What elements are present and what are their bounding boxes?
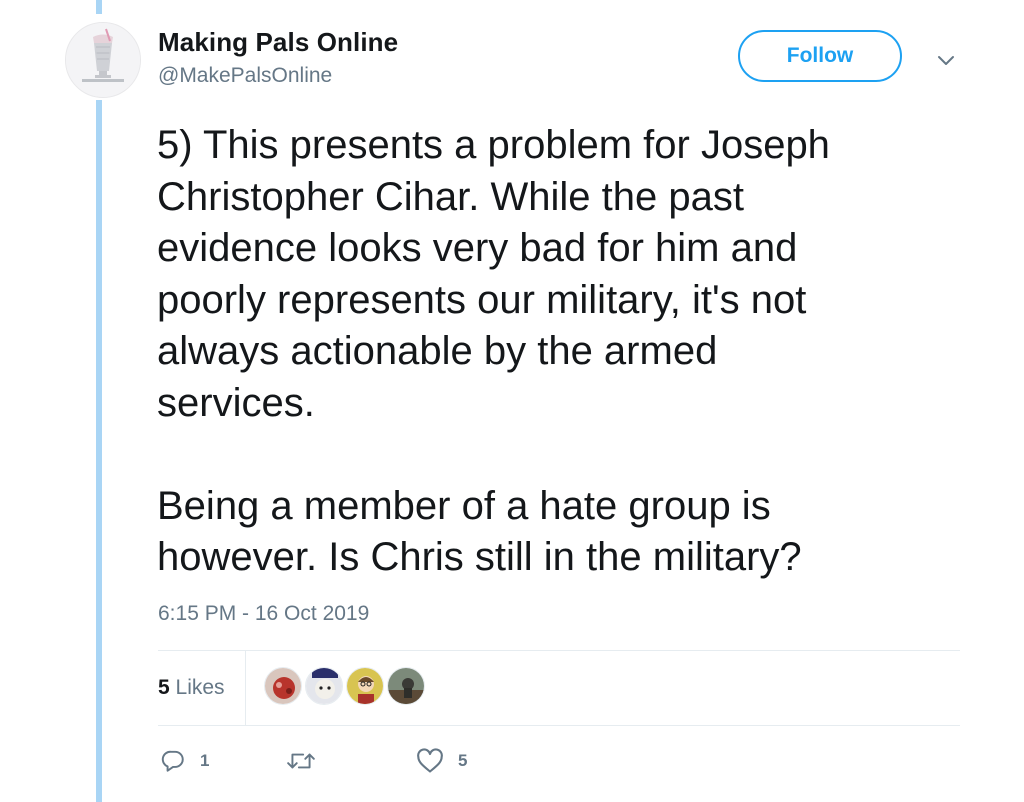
avatar[interactable] (65, 22, 141, 98)
tweet-text: 5) This presents a problem for Joseph Ch… (157, 123, 830, 579)
heart-icon (417, 748, 443, 773)
tweet-page: Making Pals Online @MakePalsOnline Follo… (0, 0, 1024, 802)
author-name[interactable]: Making Pals Online (158, 27, 398, 58)
liker-avatar[interactable] (305, 667, 343, 705)
likers-avatars (264, 667, 428, 705)
divider-bottom (158, 725, 960, 726)
retweet-action[interactable] (286, 748, 330, 774)
stats-divider (245, 650, 246, 725)
likes-count: 5 (158, 676, 170, 699)
follow-button[interactable]: Follow (738, 30, 902, 82)
liker-avatar[interactable] (387, 667, 425, 705)
milkshake-logo-icon (66, 23, 140, 97)
retweet-icon (287, 753, 315, 769)
liker-avatar[interactable] (346, 667, 384, 705)
thread-line (96, 100, 102, 802)
reply-action[interactable]: 1 (160, 748, 209, 774)
likes-word: Likes (175, 676, 225, 699)
like-count: 5 (458, 751, 468, 770)
divider-top (158, 650, 960, 651)
author-handle[interactable]: @MakePalsOnline (158, 64, 332, 88)
like-action[interactable]: 5 (416, 748, 467, 774)
liker-avatar[interactable] (264, 667, 302, 705)
likes-stat[interactable]: 5 Likes (158, 676, 225, 700)
tweet-timestamp[interactable]: 6:15 PM - 16 Oct 2019 (158, 602, 369, 626)
reply-icon (161, 750, 184, 772)
thread-line-top (96, 0, 102, 14)
reply-count: 1 (200, 751, 210, 770)
chevron-down-icon[interactable] (934, 48, 958, 72)
